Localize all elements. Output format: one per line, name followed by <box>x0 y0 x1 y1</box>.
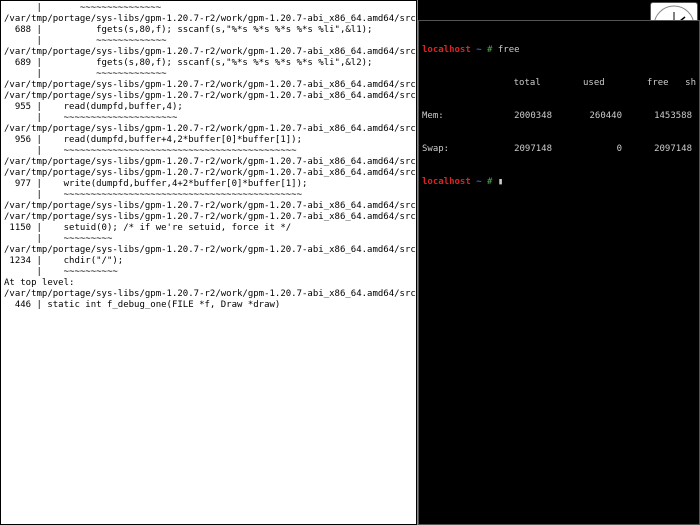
desktop: | ~~~~~~~~~~~~~~~ /var/tmp/portage/sys-l… <box>0 0 700 525</box>
prompt-line-2: localhost ~ # ▮ <box>422 177 696 188</box>
free-mem-row: Mem:20003482604401453588 <box>422 111 696 122</box>
prompt-path: ~ <box>476 45 481 55</box>
prompt-symbol: # <box>487 177 492 187</box>
command-text: free <box>498 45 520 55</box>
compile-output-text: | ~~~~~~~~~~~~~~~ /var/tmp/portage/sys-l… <box>4 3 417 310</box>
prompt-symbol: # <box>487 45 492 55</box>
prompt-path: ~ <box>476 177 481 187</box>
prompt-host: localhost <box>422 177 471 187</box>
prompt-host: localhost <box>422 45 471 55</box>
free-header-row: totalusedfreesh <box>422 78 696 89</box>
free-swap-row: Swap:209714802097148 <box>422 144 696 155</box>
cursor-block: ▮ <box>498 177 503 187</box>
shell-terminal[interactable]: localhost ~ # free totalusedfreesh Mem:2… <box>418 20 700 525</box>
compile-output-terminal[interactable]: | ~~~~~~~~~~~~~~~ /var/tmp/portage/sys-l… <box>0 0 417 525</box>
prompt-line-1: localhost ~ # free <box>422 45 696 56</box>
